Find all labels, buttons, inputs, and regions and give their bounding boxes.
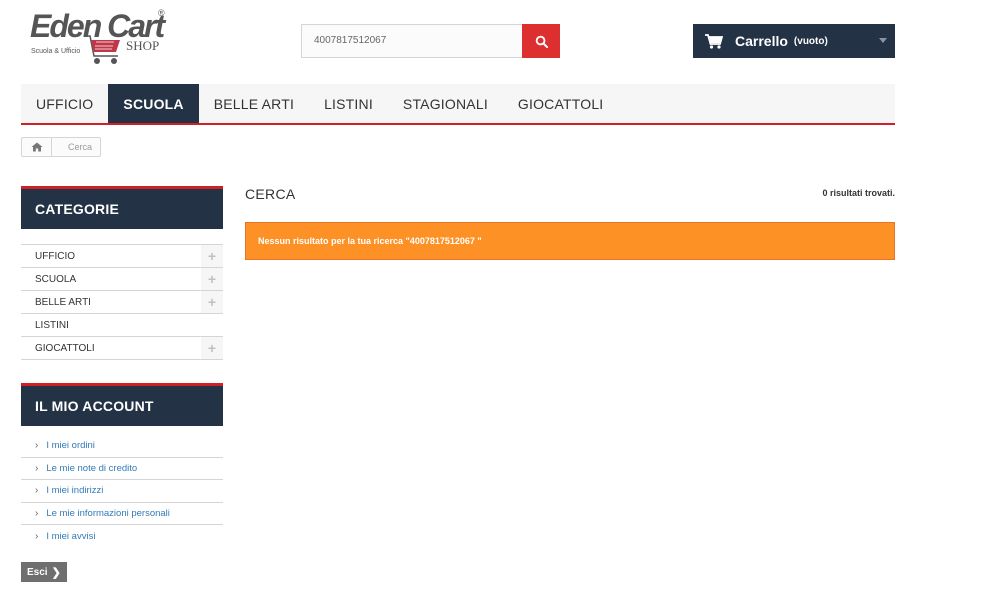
chevron-down-icon [879,38,887,43]
search-button[interactable] [522,24,560,58]
category-item[interactable]: SCUOLA + [21,268,223,291]
category-item[interactable]: GIOCATTOLI + [21,337,223,360]
breadcrumb-current: Cerca [68,142,93,152]
nav-item-ufficio[interactable]: UFFICIO [21,84,108,123]
account-link-label: I miei avvisi [46,530,96,542]
category-label: BELLE ARTI [35,296,91,308]
search-icon [535,35,548,48]
plus-icon[interactable]: + [201,268,223,290]
chevron-right-icon: › [35,462,39,474]
account-link-label: I miei ordini [46,440,95,452]
chevron-right-icon: › [35,530,39,542]
chevron-right-icon: ❯ [51,566,61,579]
category-item[interactable]: LISTINI [21,314,223,337]
account-title: IL MIO ACCOUNT [21,383,223,426]
plus-icon[interactable]: + [201,245,223,267]
logout-button[interactable]: Esci ❯ [21,562,67,582]
chevron-right-icon: › [35,440,39,452]
breadcrumb-home[interactable] [22,138,52,156]
page-title: CERCA [245,186,296,202]
account-list: › I miei ordini › Le mie note di credito… [21,435,223,548]
home-icon [31,142,42,152]
account-link[interactable]: › Le mie note di credito [21,458,223,480]
logout-label: Esci [27,566,48,578]
account-link[interactable]: › Le mie informazioni personali [21,503,223,525]
logo-tagline: Scuola & Ufficio [31,48,81,55]
category-label: UFFICIO [35,250,75,262]
account-link[interactable]: › I miei indirizzi [21,480,223,503]
breadcrumb: Cerca [21,137,102,157]
cart-button[interactable]: Carrello (vuoto) [693,24,895,58]
nav-item-belle-arti[interactable]: BELLE ARTI [199,84,309,123]
plus-icon[interactable]: + [201,291,223,313]
account-link[interactable]: › I miei ordini [21,435,223,458]
nav-item-giocattoli[interactable]: GIOCATTOLI [503,84,619,123]
categories-title: CATEGORIE [21,186,223,229]
category-label: LISTINI [35,319,69,331]
nav-item-stagionali[interactable]: STAGIONALI [388,84,503,123]
account-link-label: Le mie informazioni personali [46,507,170,519]
results-count: 0 risultati trovati. [822,188,895,198]
main-nav: UFFICIO SCUOLA BELLE ARTI LISTINI STAGIO… [21,84,895,125]
site-logo[interactable]: Eden Cart ® Scuola & Ufficio SHOP [30,8,170,66]
chevron-right-icon: › [35,507,39,519]
logo-shop-text: SHOP [126,38,160,53]
nav-item-listini[interactable]: LISTINI [309,84,388,123]
category-item[interactable]: BELLE ARTI + [21,291,223,314]
category-label: SCUOLA [35,273,77,285]
logo-cart-icon [84,35,120,64]
nav-item-scuola[interactable]: SCUOLA [108,84,199,123]
cart-icon [705,33,723,49]
no-results-alert: Nessun risultato per la tua ricerca "400… [245,222,895,260]
plus-icon[interactable]: + [201,337,223,359]
account-link-label: I miei indirizzi [46,485,104,497]
cart-label: Carrello [735,33,788,49]
logo-registered: ® [158,8,165,18]
categories-list: UFFICIO + SCUOLA + BELLE ARTI + LISTINI … [21,244,223,360]
category-label: GIOCATTOLI [35,342,95,354]
chevron-right-icon: › [35,485,39,497]
cart-status: (vuoto) [793,35,828,47]
account-link-label: Le mie note di credito [46,462,138,474]
category-item[interactable]: UFFICIO + [21,245,223,268]
search-input[interactable]: 4007817512067 [301,24,523,58]
account-link[interactable]: › I miei avvisi [21,525,223,548]
